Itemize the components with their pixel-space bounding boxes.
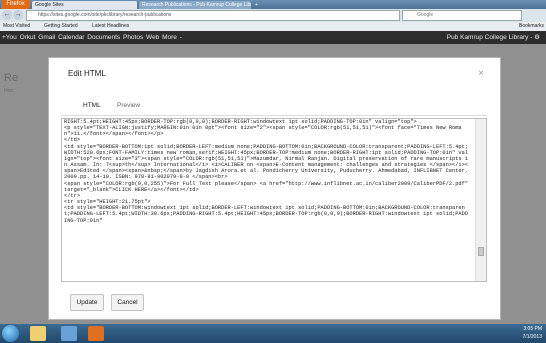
tab-html[interactable]: HTML [83,102,101,109]
background-page-text: Hon [4,88,14,94]
browser-titlebar: Firefox Google Sites Research Publicatio… [0,0,546,9]
bookmark-most-visited[interactable]: Most Visited [3,22,30,31]
bookmark-getting-started[interactable]: Getting Started [44,22,78,31]
bookmarks-toolbar: Most Visited Getting Started Latest Head… [0,22,546,31]
firefox-menu-button[interactable]: Firefox [1,0,30,9]
gbar-link-plus-you[interactable]: +You [2,34,17,41]
tab-google-sites[interactable]: Google Sites [32,1,137,9]
tab-preview[interactable]: Preview [117,102,140,109]
background-page-title: Re [4,72,19,84]
cancel-button[interactable]: Cancel [111,294,144,311]
gbar-link-gmail[interactable]: Gmail [38,34,55,41]
new-tab-button[interactable]: + [252,1,261,9]
address-bar[interactable]: https://sites.google.com/site/pkclibrary… [26,10,400,21]
editor-scrollbar[interactable] [475,119,486,281]
clock-date: 7/1/2013 [522,334,542,340]
folder-icon[interactable] [30,326,46,341]
html-source-text[interactable]: RIGHT:5.4pt;HEIGHT:45px;BORDER-TOP:rgb(0… [64,119,469,224]
gbar-link-more[interactable]: More - [162,34,182,41]
screen: Firefox Google Sites Research Publicatio… [0,0,546,343]
google-bar: +You Orkut Gmail Calendar Documents Phot… [0,31,546,44]
gbar-link-orkut[interactable]: Orkut [20,34,36,41]
media-player-icon[interactable] [61,326,77,341]
back-arrow-icon[interactable]: ← [2,10,12,20]
scrollbar-thumb[interactable] [478,247,484,256]
bookmarks-menu[interactable]: Bookmarks [519,22,544,31]
gear-icon[interactable]: ⚙ [534,34,540,41]
html-source-editor[interactable]: RIGHT:5.4pt;HEIGHT:45px;BORDER-TOP:rgb(0… [61,118,487,282]
system-clock[interactable]: 3:05 PM 7/1/2013 [523,325,542,341]
clock-time: 3:05 PM [523,326,542,332]
search-input[interactable]: Google [402,10,522,21]
site-name-menu[interactable]: Pub Kamrup College Library - [447,34,533,41]
windows-taskbar: 3:05 PM 7/1/2013 [0,324,546,343]
edit-html-dialog: Edit HTML × HTML Preview RIGHT:5.4pt;HEI… [48,57,501,320]
close-icon[interactable]: × [478,69,484,79]
gbar-link-web[interactable]: Web [146,34,159,41]
gbar-link-photos[interactable]: Photos [123,34,143,41]
tab-divider [61,115,487,116]
forward-arrow-icon[interactable]: → [13,10,23,20]
tab-research-publications[interactable]: Research Publications - Pub Kamrup Colle… [139,1,251,9]
gbar-link-calendar[interactable]: Calendar [58,34,84,41]
firefox-icon[interactable] [88,326,104,341]
bookmark-latest-headlines[interactable]: Latest Headlines [92,22,129,31]
start-button-icon[interactable] [2,325,19,342]
navigation-toolbar: ← → https://sites.google.com/site/pkclib… [0,9,546,22]
gbar-link-documents[interactable]: Documents [87,34,120,41]
update-button[interactable]: Update [70,294,104,311]
dialog-title: Edit HTML [68,69,106,78]
